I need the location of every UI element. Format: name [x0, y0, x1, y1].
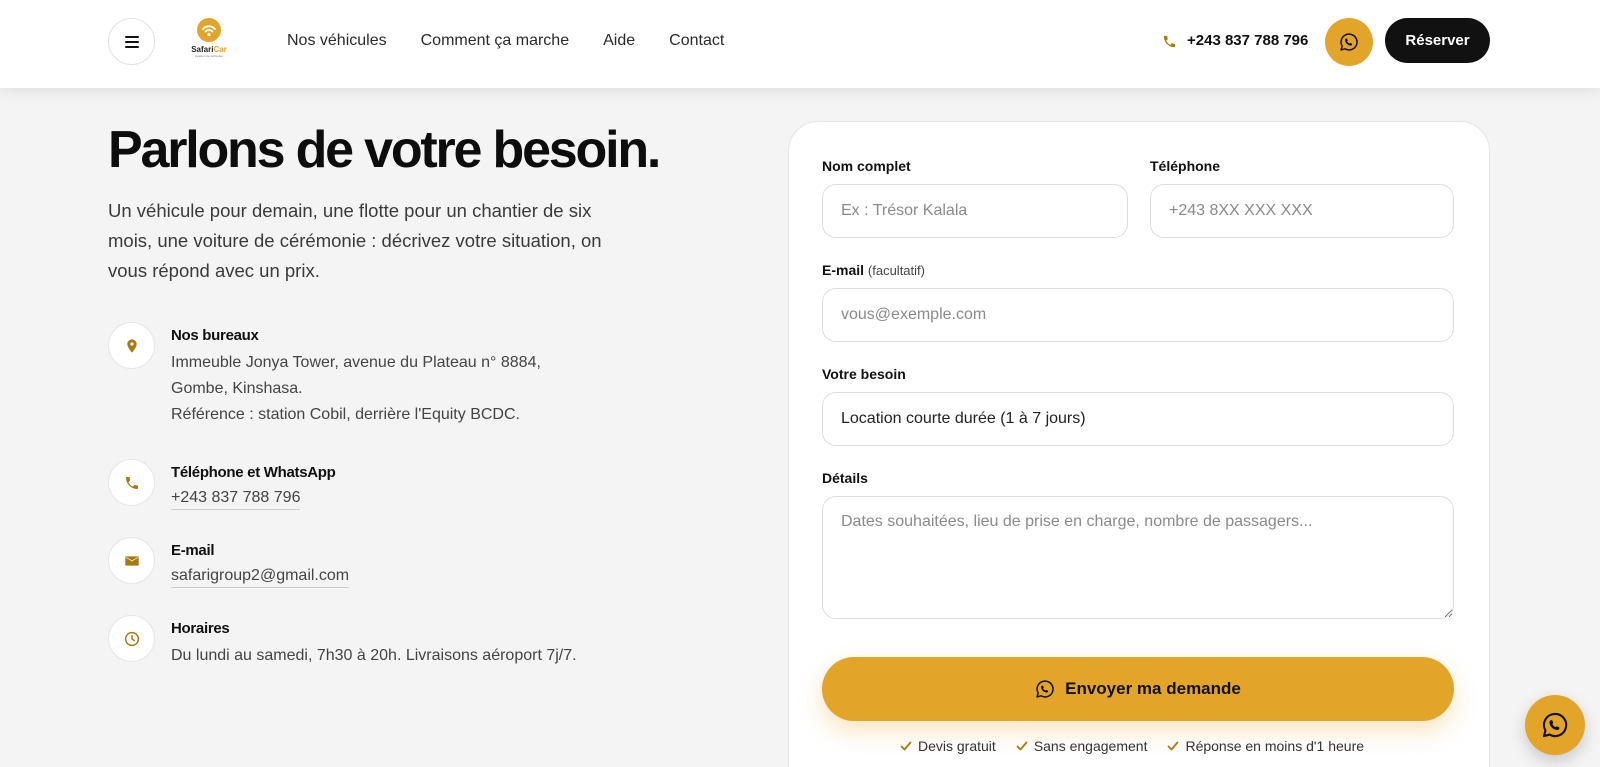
phone-input[interactable]: [1150, 184, 1454, 238]
office-address-line2: Gombe, Kinshasa.: [171, 380, 303, 397]
assurance-item: Réponse en moins d'1 heure: [1167, 738, 1364, 754]
whatsapp-icon: [1340, 33, 1358, 51]
map-pin-icon: [108, 322, 155, 369]
name-label: Nom complet: [822, 158, 911, 174]
office-address-line1: Immeuble Jonya Tower, avenue du Plateau …: [171, 354, 541, 371]
details-textarea[interactable]: [822, 496, 1454, 619]
menu-icon: [124, 36, 139, 48]
need-select[interactable]: Location courte durée (1 à 7 jours): [822, 392, 1454, 446]
need-label: Votre besoin: [822, 366, 906, 382]
check-icon: [1168, 741, 1179, 751]
signal-icon: [197, 18, 221, 42]
whatsapp-icon: [1036, 680, 1054, 698]
need-selected-value: Location courte durée (1 à 7 jours): [841, 410, 1086, 427]
submit-label: Envoyer ma demande: [1065, 679, 1241, 698]
header-phone-number: +243 837 788 796: [1187, 32, 1309, 49]
phone-icon: [108, 459, 155, 506]
envelope-icon: [108, 537, 155, 584]
whatsapp-icon: [1542, 712, 1568, 738]
check-icon: [900, 741, 912, 751]
reserve-button[interactable]: Réserver: [1385, 18, 1490, 63]
page-title: Parlons de votre besoin.: [108, 121, 661, 179]
phone-link[interactable]: +243 837 788 796: [171, 487, 301, 510]
phone-title: Téléphone et WhatsApp: [171, 464, 336, 481]
hours-text: Du lundi au samedi, 7h30 à 20h. Livraiso…: [171, 647, 577, 664]
menu-button[interactable]: [108, 18, 155, 65]
main-nav: Nos véhicules Comment ça marche Aide Con…: [287, 30, 758, 52]
header-phone-link[interactable]: +243 837 788 796: [1162, 30, 1308, 52]
intro-text: Un véhicule pour demain, une flotte pour…: [108, 200, 602, 281]
site-logo[interactable]: SafariCar location de véhicules: [186, 18, 232, 66]
info-hours: Horaires Du lundi au samedi, 7h30 à 20h.…: [108, 615, 577, 669]
assurance-item: Sans engagement: [1016, 738, 1147, 754]
nav-vehicles[interactable]: Nos véhicules: [287, 30, 387, 52]
check-icon: [1016, 741, 1028, 751]
email-label: E-mail (facultatif): [822, 262, 925, 278]
hours-title: Horaires: [171, 620, 230, 637]
phone-icon: [1163, 35, 1176, 47]
details-label: Détails: [822, 470, 868, 486]
email-link[interactable]: safarigroup2@gmail.com: [171, 565, 350, 588]
office-reference: Référence : station Cobil, derrière l'Eq…: [171, 406, 520, 423]
nav-help[interactable]: Aide: [603, 30, 635, 52]
assurance-item: Devis gratuit: [900, 738, 996, 754]
floating-whatsapp-button[interactable]: [1525, 695, 1585, 755]
info-email: E-mail safarigroup2@gmail.com: [108, 537, 350, 588]
info-phone: Téléphone et WhatsApp +243 837 788 796: [108, 459, 336, 510]
email-optional-hint: (facultatif): [867, 263, 925, 278]
whatsapp-button[interactable]: [1325, 18, 1373, 66]
assurance-list: Devis gratuit Sans engagement Réponse en…: [900, 738, 1364, 754]
site-header: SafariCar location de véhicules Nos véhi…: [0, 0, 1600, 88]
logo-tagline: location de véhicules: [195, 54, 223, 58]
phone-label: Téléphone: [1150, 158, 1221, 174]
email-input[interactable]: [822, 288, 1454, 342]
nav-how-it-works[interactable]: Comment ça marche: [421, 30, 570, 52]
info-office: Nos bureaux Immeuble Jonya Tower, avenue…: [108, 322, 541, 428]
office-title: Nos bureaux: [171, 327, 259, 344]
name-input[interactable]: [822, 184, 1128, 238]
email-title: E-mail: [171, 542, 215, 559]
nav-contact[interactable]: Contact: [669, 30, 724, 52]
logo-name: SafariCar: [191, 45, 227, 54]
clock-icon: [108, 615, 155, 662]
submit-button[interactable]: Envoyer ma demande: [822, 657, 1454, 721]
